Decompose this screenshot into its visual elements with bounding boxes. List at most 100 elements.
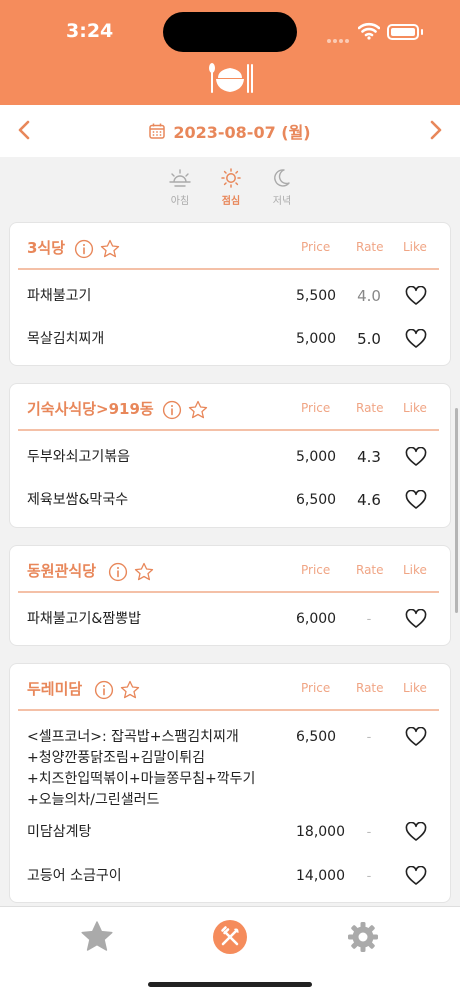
meal-time-selector: 아침 점심 저녁 — [158, 168, 304, 212]
sunrise-icon — [169, 169, 191, 187]
app-header: 3:24 — [0, 0, 460, 105]
restaurant-card: 3식당 Price Rate Like 파채불고기 5,500 4.0 목살김치… — [9, 222, 451, 366]
price-column-header: Price — [301, 401, 331, 415]
selected-date[interactable]: 2023-08-07 (월) — [173, 119, 310, 143]
favorite-star-icon[interactable] — [100, 239, 120, 259]
sun-icon — [221, 168, 241, 188]
menu-item-line: +청양깐풍닭조림+김말이튀김 — [27, 750, 206, 766]
dynamic-island — [163, 12, 297, 52]
info-icon[interactable] — [94, 680, 114, 700]
meal-label-dinner: 저녁 — [272, 196, 292, 207]
restaurant-name: 기숙사식당>919동 — [27, 400, 154, 418]
gear-icon — [348, 922, 378, 952]
menu-price: 5,000 — [296, 331, 337, 347]
rate-column-header: Rate — [356, 240, 384, 254]
menu-price: 18,000 — [296, 824, 345, 840]
menu-price: 14,000 — [296, 868, 345, 884]
like-heart-icon[interactable] — [405, 727, 427, 747]
tab-favorites[interactable] — [77, 917, 117, 957]
menu-price: 5,500 — [296, 288, 337, 304]
menu-item-line: <셀프코너>: 잡곡밥+스팸김치찌개 — [27, 729, 239, 745]
like-column-header: Like — [403, 401, 427, 415]
menu-price: 6,500 — [296, 729, 337, 745]
like-heart-icon[interactable] — [405, 490, 427, 510]
menu-item-name: <셀프코너>: 잡곡밥+스팸김치찌개 +청양깐풍닭조림+김말이튀김 +치즈한입떡… — [27, 727, 255, 811]
cellular-signal-icon — [327, 28, 351, 47]
date-navigation: 2023-08-07 (월) — [0, 105, 460, 157]
favorite-star-icon[interactable] — [120, 680, 140, 700]
menu-rate: - — [366, 730, 372, 745]
menu-item-name: 고등어 소금구이 — [27, 868, 122, 884]
menu-rate: 5.0 — [357, 330, 381, 348]
like-heart-icon[interactable] — [405, 329, 427, 349]
chevron-right-icon — [430, 120, 442, 140]
price-column-header: Price — [301, 563, 331, 577]
favorite-star-icon[interactable] — [134, 562, 154, 582]
star-icon — [81, 921, 113, 951]
menu-rate: - — [366, 612, 372, 627]
meal-tab-breakfast[interactable]: 아침 — [158, 168, 202, 212]
rate-column-header: Rate — [356, 563, 384, 577]
restaurant-name: 3식당 — [27, 239, 66, 257]
meal-tab-dinner[interactable]: 저녁 — [260, 168, 304, 212]
menu-item-name: 파채불고기&짬뽕밥 — [27, 611, 141, 627]
tab-menu[interactable] — [210, 917, 250, 957]
menu-rate: 4.0 — [357, 287, 381, 305]
like-column-header: Like — [403, 681, 427, 695]
next-day-button[interactable] — [421, 115, 451, 145]
tab-settings[interactable] — [343, 917, 383, 957]
meal-tab-lunch[interactable]: 점심 — [209, 168, 253, 212]
restaurant-header: 두레미담 Price Rate Like — [10, 664, 450, 710]
restaurant-card: 기숙사식당>919동 Price Rate Like 두부와쇠고기볶음 5,00… — [9, 383, 451, 528]
rate-column-header: Rate — [356, 681, 384, 695]
restaurant-header: 기숙사식당>919동 Price Rate Like — [10, 384, 450, 430]
price-column-header: Price — [301, 681, 331, 695]
menu-item-line: +오늘의차/그린샐러드 — [27, 792, 160, 808]
moon-icon — [274, 169, 290, 187]
like-heart-icon[interactable] — [405, 286, 427, 306]
info-icon[interactable] — [108, 562, 128, 582]
rate-column-header: Rate — [356, 401, 384, 415]
like-column-header: Like — [403, 240, 427, 254]
home-indicator — [148, 982, 312, 987]
scrollbar[interactable] — [455, 408, 458, 613]
fork-knife-icon — [213, 920, 247, 954]
restaurant-card: 두레미담 Price Rate Like <셀프코너>: 잡곡밥+스팸김치찌개 … — [9, 663, 451, 903]
like-heart-icon[interactable] — [405, 447, 427, 467]
header-divider — [18, 268, 439, 270]
menu-item-name: 두부와쇠고기볶음 — [27, 449, 131, 465]
header-divider — [18, 709, 439, 711]
info-icon[interactable] — [162, 400, 182, 420]
restaurant-header: 3식당 Price Rate Like — [10, 223, 450, 269]
menu-item-name: 미담삼계탕 — [27, 824, 92, 840]
header-divider — [18, 429, 439, 431]
meal-label-lunch: 점심 — [221, 196, 241, 207]
header-divider — [18, 591, 439, 593]
restaurant-card: 동원관식당 Price Rate Like 파채불고기&짬뽕밥 6,000 - — [9, 545, 451, 646]
like-heart-icon[interactable] — [405, 609, 427, 629]
like-heart-icon[interactable] — [405, 866, 427, 886]
menu-price: 5,000 — [296, 449, 337, 465]
menu-price: 6,500 — [296, 492, 337, 508]
favorite-star-icon[interactable] — [188, 400, 208, 420]
info-icon[interactable] — [74, 239, 94, 259]
menu-rate: 4.3 — [357, 448, 381, 466]
like-column-header: Like — [403, 563, 427, 577]
menu-item-name: 제육보쌈&막국수 — [27, 492, 129, 508]
menu-item-name: 목살김치찌개 — [27, 331, 105, 347]
like-heart-icon[interactable] — [405, 822, 427, 842]
rice-bowl-logo-icon — [209, 63, 253, 93]
restaurant-name: 두레미담 — [27, 680, 83, 698]
status-time: 3:24 — [66, 20, 114, 42]
price-column-header: Price — [301, 240, 331, 254]
menu-item-name: 파채불고기 — [27, 288, 92, 304]
calendar-icon — [149, 123, 166, 139]
restaurant-header: 동원관식당 Price Rate Like — [10, 546, 450, 592]
menu-rate: - — [366, 825, 372, 840]
wifi-icon — [358, 22, 380, 40]
meal-label-breakfast: 아침 — [170, 196, 190, 207]
menu-item-line: +치즈한입떡볶이+마늘쫑무침+깍두기 — [27, 771, 256, 787]
restaurant-name: 동원관식당 — [27, 562, 97, 580]
menu-rate: - — [366, 869, 372, 884]
battery-icon — [387, 24, 419, 40]
